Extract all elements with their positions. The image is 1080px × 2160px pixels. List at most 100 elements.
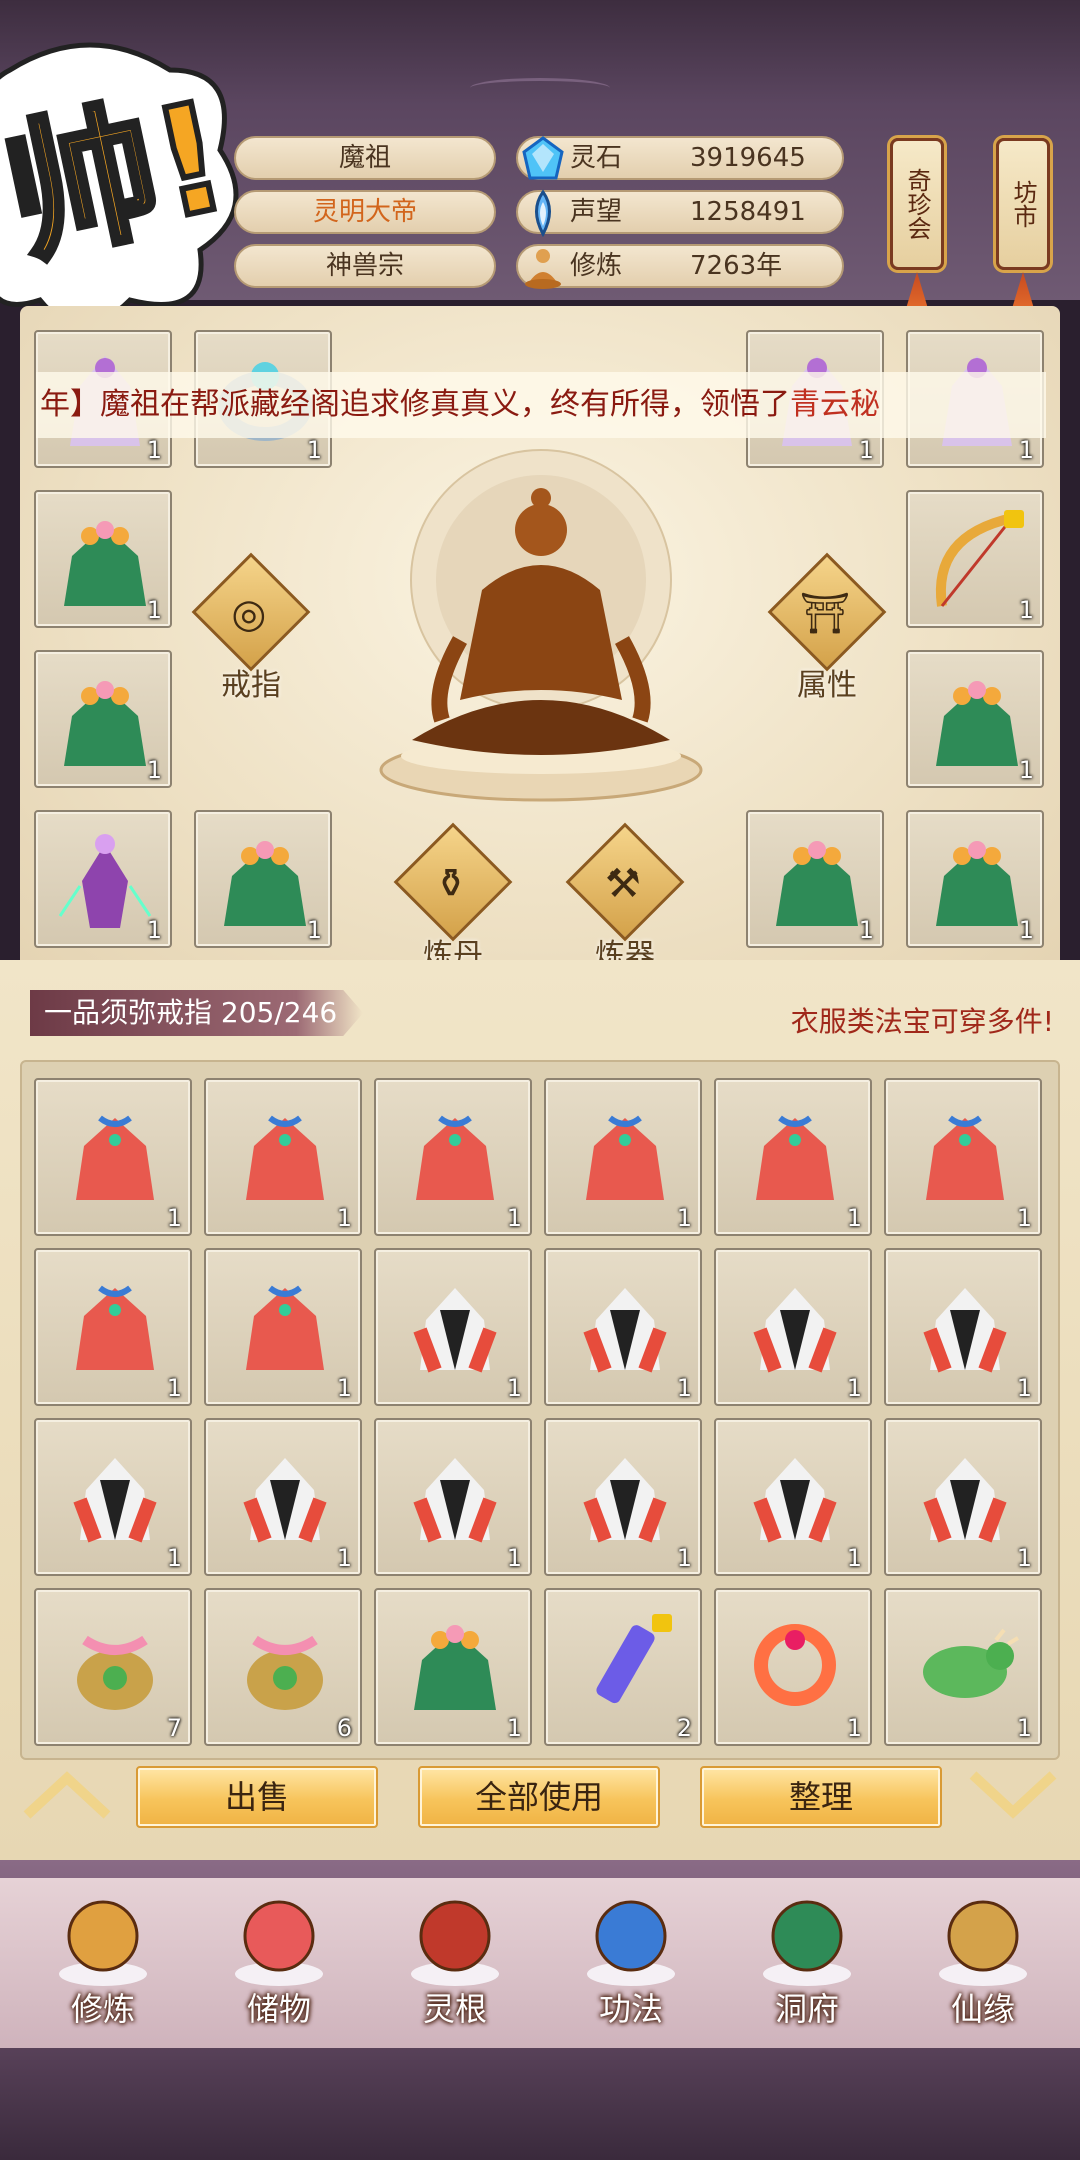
market-button[interactable]: 坊市 [996,138,1050,270]
bag-slot[interactable]: 1 [714,1418,872,1576]
frame-ornament [470,78,610,98]
bag-slot[interactable]: 1 [204,1248,362,1406]
red-white-robe-icon [583,1458,667,1543]
bag-slot[interactable]: 1 [884,1588,1042,1746]
item-qty: 1 [1016,1544,1032,1572]
bag-slot[interactable]: 1 [544,1418,702,1576]
red-white-robe-icon [73,1458,157,1543]
lotus-green-robe-icon [64,681,146,766]
bag-slot[interactable]: 1 [884,1418,1042,1576]
lotus-green-robe-icon [224,841,306,926]
nav-label: 仙缘 [950,1990,1015,2028]
flame-bracelet-icon [754,1624,836,1706]
attributes-button[interactable]: ⛩ 属性 [762,552,892,706]
item-qty: 2 [676,1714,692,1742]
item-qty: 1 [146,596,162,624]
red-robe-icon [246,1285,324,1370]
bag-slot[interactable]: 1 [884,1078,1042,1236]
item-qty: 7 [166,1714,182,1742]
player-title[interactable]: 灵明大帝 [234,190,496,234]
nav-label: 功法 [598,1990,663,2028]
nav-item-cave-dwelling[interactable]: 洞府 [732,1890,882,2040]
player-sect[interactable]: 神兽宗 [234,244,496,288]
nav-item-immortal-fate[interactable]: 仙缘 [908,1890,1058,2040]
scroll-up-icon[interactable] [22,1770,112,1820]
green-beast-icon [923,1628,1020,1698]
resource-cultivation: 修炼 7263年 [516,244,844,289]
bag-slot[interactable]: 1 [544,1248,702,1406]
red-white-robe-icon [923,1458,1007,1543]
red-white-robe-icon [923,1288,1007,1373]
equip-slot[interactable]: 1 [194,810,332,948]
resource-label: 声望 [570,197,623,227]
equip-slot[interactable]: 1 [906,810,1044,948]
forging-button[interactable]: ⚒ 炼器 [560,822,690,976]
equip-slot[interactable]: 1 [746,810,884,948]
meditating-figure [379,449,703,802]
scroll-down-icon[interactable] [968,1770,1058,1820]
bag-slot[interactable]: 7 [34,1588,192,1746]
anvil-icon: ⚒ [565,822,685,942]
item-qty: 1 [506,1544,522,1572]
bag-slot[interactable]: 6 [204,1588,362,1746]
resource-label: 修炼 [570,251,623,281]
equip-slot[interactable]: 1 [34,650,172,788]
item-qty: 1 [506,1374,522,1402]
equip-slot[interactable]: 1 [906,490,1044,628]
bag-slot[interactable]: 1 [884,1248,1042,1406]
treasure-auction-button[interactable]: 奇珍会 [890,138,944,270]
bag-slot[interactable]: 1 [204,1418,362,1576]
bag-slot[interactable]: 1 [374,1418,532,1576]
ticker-body: 魔祖在帮派藏经阁追求修真真义，终有所得，领悟了 [100,387,790,422]
shout-bubble: 帅! [0,42,245,328]
nav-item-spirit-root[interactable]: 灵根 [380,1890,530,2040]
item-qty: 1 [1018,436,1034,464]
treasure-pouch-icon [247,1635,323,1710]
resource-value: 7263年 [690,251,783,281]
lotus-green-robe-icon [936,841,1018,926]
sort-button[interactable]: 整理 [700,1766,942,1828]
equip-slot[interactable]: 1 [34,490,172,628]
nav-item-storage-bag[interactable]: 储物 [204,1890,354,2040]
ring-button[interactable]: ◎ 戒指 [186,552,316,706]
news-ticker: 年】魔祖在帮派藏经阁追求修真真义，终有所得，领悟了青云秘 [36,372,1046,438]
bag-slot[interactable]: 1 [34,1078,192,1236]
immortal-fate-icon [939,1900,1027,1986]
spirit-stone-icon [522,136,564,180]
bag-slot[interactable]: 2 [544,1588,702,1746]
bag-slot[interactable]: 1 [34,1418,192,1576]
nav-item-technique-book[interactable]: 功法 [556,1890,706,2040]
nav-label: 洞府 [774,1990,839,2028]
bag-slot[interactable]: 1 [374,1248,532,1406]
item-qty: 1 [846,1714,862,1742]
cultivate-icon [59,1900,147,1986]
item-qty: 1 [1018,916,1034,944]
item-qty: 1 [1018,756,1034,784]
bag-slot[interactable]: 1 [34,1248,192,1406]
bag-slot[interactable]: 1 [374,1078,532,1236]
bag-slot[interactable]: 1 [714,1248,872,1406]
alchemy-button[interactable]: ⚱ 炼丹 [388,822,518,976]
ticker-highlight: 青云秘 [790,387,880,422]
equip-slot[interactable]: 1 [906,650,1044,788]
bag-slot[interactable]: 1 [544,1078,702,1236]
ring-icon: ◎ [191,552,311,672]
bag-slot[interactable]: 1 [714,1078,872,1236]
use-all-button[interactable]: 全部使用 [418,1766,660,1828]
lotus-green-robe-icon [64,521,146,606]
technique-book-icon [587,1900,675,1986]
sell-button[interactable]: 出售 [136,1766,378,1828]
lotus-green-robe-icon [776,841,858,926]
bag-slot[interactable]: 1 [204,1078,362,1236]
item-qty: 1 [846,1374,862,1402]
item-qty: 1 [146,436,162,464]
nav-item-cultivate[interactable]: 修炼 [28,1890,178,2040]
player-info: 魔祖 灵明大帝 神兽宗 [234,136,496,298]
red-white-robe-icon [753,1288,837,1373]
item-qty: 1 [336,1544,352,1572]
bag-slot[interactable]: 1 [374,1588,532,1746]
item-qty: 1 [146,916,162,944]
bag-slot[interactable]: 1 [714,1588,872,1746]
equip-slot[interactable]: 1 [34,810,172,948]
golden-bow-icon [935,510,1024,607]
